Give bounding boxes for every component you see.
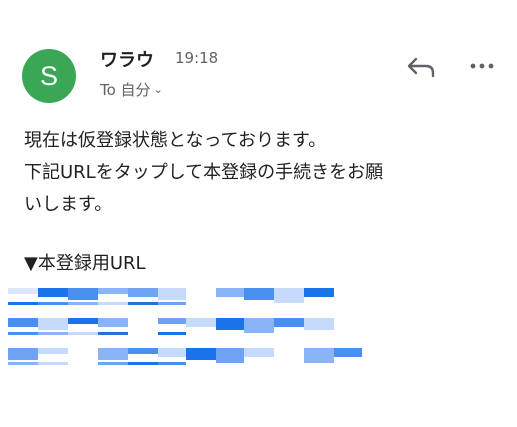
redacted-pixel <box>186 348 216 360</box>
chevron-down-icon: ⌄ <box>153 83 163 96</box>
redacted-pixel <box>8 302 38 305</box>
redacted-pixel <box>244 302 274 305</box>
redacted-pixel <box>158 318 186 324</box>
redacted-pixel <box>98 348 128 360</box>
body-line: 現在は仮登録状態となっております。 <box>24 130 327 151</box>
redacted-pixel <box>128 302 158 305</box>
redacted-pixel <box>304 288 334 297</box>
redacted-pixel <box>304 362 334 365</box>
redacted-pixel <box>68 318 98 324</box>
redacted-pixel <box>98 302 128 305</box>
reply-icon[interactable] <box>404 52 438 82</box>
redacted-pixel <box>128 288 158 297</box>
redacted-pixel <box>38 302 68 305</box>
redacted-pixel <box>304 348 334 363</box>
body-line: いします。 <box>24 194 113 215</box>
redacted-pixel <box>304 302 334 305</box>
message-body: 現在は仮登録状態となっております。 下記URLをタップして本登録の手続きをお願 … <box>24 125 504 221</box>
redacted-pixel <box>158 288 186 300</box>
redacted-pixel <box>216 302 244 305</box>
redacted-pixel <box>98 332 128 335</box>
redacted-pixel <box>274 302 304 305</box>
redacted-pixel <box>38 288 68 297</box>
avatar[interactable]: S <box>22 49 76 103</box>
redacted-pixel <box>334 348 362 357</box>
redacted-pixel <box>8 362 38 365</box>
redacted-pixel <box>128 362 158 365</box>
recipient-label: To 自分 <box>100 81 151 99</box>
redacted-pixel <box>98 288 128 294</box>
redacted-pixel <box>98 318 128 327</box>
redacted-pixel <box>8 318 38 327</box>
redacted-pixel <box>158 362 186 365</box>
redacted-pixel <box>274 332 304 335</box>
redacted-link[interactable] <box>8 284 368 370</box>
redacted-pixel <box>334 362 362 365</box>
redacted-pixel <box>274 318 304 327</box>
redacted-pixel <box>128 348 158 354</box>
redacted-pixel <box>304 318 334 330</box>
redacted-pixel <box>274 288 304 303</box>
redacted-pixel <box>38 348 68 354</box>
more-icon[interactable] <box>468 55 496 77</box>
redacted-pixel <box>68 288 98 300</box>
redacted-pixel <box>244 318 274 333</box>
redacted-pixel <box>186 332 216 335</box>
body-line: 下記URLをタップして本登録の手続きをお願 <box>24 162 384 183</box>
redacted-pixel <box>244 332 274 335</box>
redacted-pixel <box>244 288 274 300</box>
redacted-pixel <box>158 332 186 335</box>
redacted-pixel <box>68 302 98 305</box>
redacted-pixel <box>8 288 38 294</box>
redacted-pixel <box>216 348 244 363</box>
redacted-pixel <box>8 332 38 335</box>
redacted-pixel <box>68 332 98 335</box>
redacted-pixel <box>244 348 274 357</box>
redacted-pixel <box>216 362 244 365</box>
recipient-toggle[interactable]: To 自分 ⌄ <box>100 79 163 100</box>
redacted-pixel <box>304 332 334 335</box>
redacted-pixel <box>38 332 68 335</box>
redacted-pixel <box>38 362 68 365</box>
redacted-pixel <box>186 318 216 327</box>
redacted-pixel <box>8 348 38 360</box>
link-heading: ▼本登録用URL <box>24 253 146 274</box>
sender-name[interactable]: ワラウ <box>100 46 154 72</box>
redacted-pixel <box>216 332 244 335</box>
redacted-pixel <box>38 318 68 330</box>
redacted-pixel <box>244 362 274 365</box>
avatar-letter: S <box>39 60 58 91</box>
redacted-pixel <box>158 348 186 357</box>
redacted-pixel <box>216 288 244 297</box>
redacted-pixel <box>186 362 216 365</box>
redacted-pixel <box>216 318 244 330</box>
redacted-pixel <box>158 302 186 305</box>
redacted-pixel <box>98 362 128 365</box>
received-time: 19:18 <box>175 49 219 67</box>
